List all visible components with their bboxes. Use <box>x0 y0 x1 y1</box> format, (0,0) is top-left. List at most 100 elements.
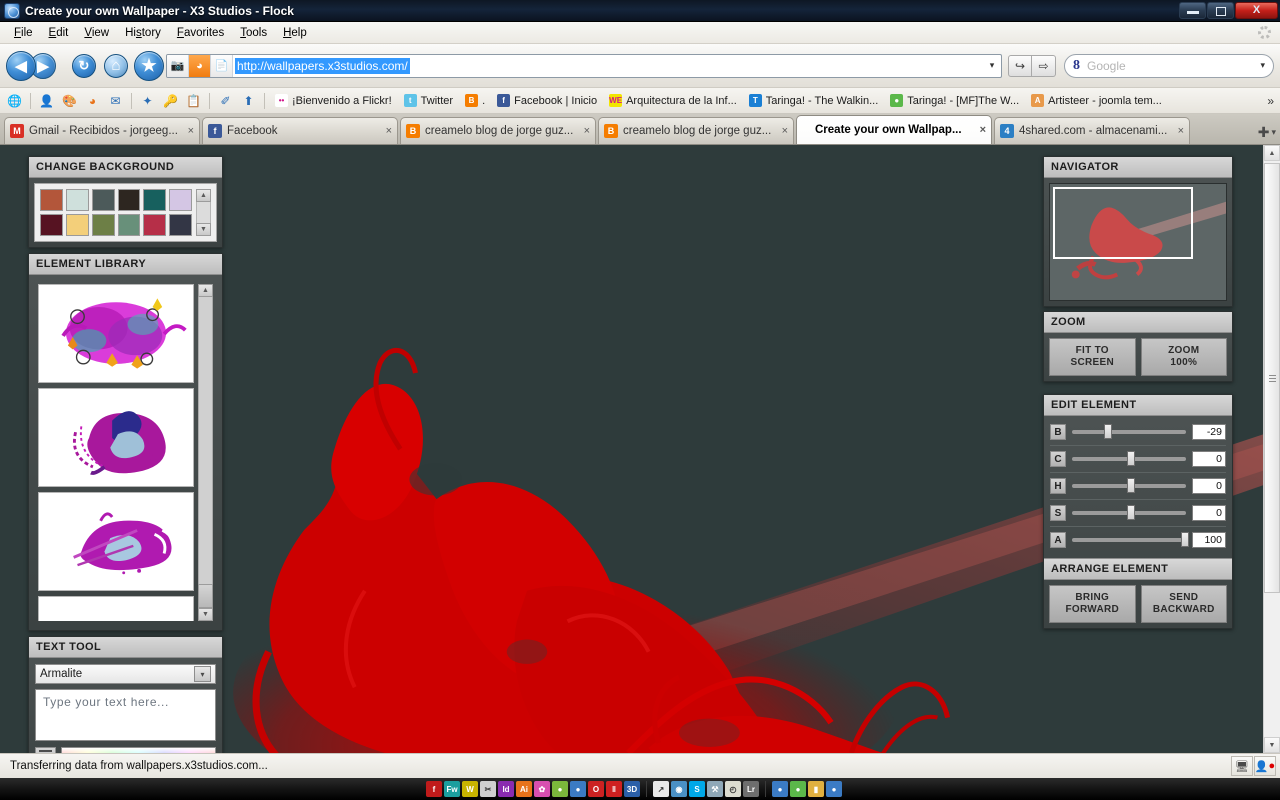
close-button[interactable]: X <box>1235 2 1278 19</box>
folder-icon[interactable]: ▮ <box>808 781 824 797</box>
restore-button[interactable] <box>1207 2 1234 19</box>
screen-icon[interactable]: 🖥 <box>1231 756 1253 776</box>
zoom-100-button[interactable]: ZOOM 100% <box>1141 338 1228 376</box>
list-item[interactable] <box>38 492 194 591</box>
element-library-scrollbar[interactable]: ▲ ▼ <box>198 284 213 621</box>
broom-icon[interactable]: ✂ <box>480 781 496 797</box>
library-scroll-thumb[interactable] <box>198 584 213 608</box>
tab-1[interactable]: fFacebook× <box>202 117 398 144</box>
3d-icon[interactable]: 3D <box>624 781 640 797</box>
tab-close-icon[interactable]: × <box>782 125 788 137</box>
list-item[interactable] <box>38 284 194 383</box>
globe2-icon[interactable]: ● <box>570 781 586 797</box>
bookmarks-overflow-icon[interactable]: » <box>1267 94 1280 108</box>
background-swatch-9[interactable] <box>118 214 141 236</box>
slider-track-B[interactable] <box>1072 424 1186 440</box>
navigator-thumbnail[interactable] <box>1049 183 1227 301</box>
slider-knob-B[interactable] <box>1104 424 1112 439</box>
background-swatch-10[interactable] <box>143 214 166 236</box>
reload-button[interactable]: ↻ <box>72 54 96 78</box>
bookmark-item[interactable]: AArtisteer - joomla tem... <box>1025 93 1168 108</box>
tab-4[interactable]: Create your own Wallpap...× <box>796 115 992 144</box>
scroll-up-icon[interactable]: ▲ <box>1264 145 1280 161</box>
fireworks-icon[interactable]: Fw <box>444 781 460 797</box>
slider-track-A[interactable] <box>1072 532 1186 548</box>
new-tab-button[interactable]: ✚ <box>1258 124 1270 141</box>
bookmark-item[interactable]: tTwitter <box>398 93 459 108</box>
runner-icon[interactable]: ↗ <box>653 781 669 797</box>
menu-favorites[interactable]: Favorites <box>169 25 232 41</box>
tool-icon[interactable]: ⚒ <box>707 781 723 797</box>
list-item[interactable] <box>38 388 194 487</box>
background-swatch-11[interactable] <box>169 214 192 236</box>
slider-value-A[interactable]: 100 <box>1192 532 1226 548</box>
background-swatch-7[interactable] <box>66 214 89 236</box>
disc-icon[interactable]: ◉ <box>671 781 687 797</box>
person-icon[interactable]: 👤 <box>37 92 56 110</box>
indesign-icon[interactable]: Id <box>498 781 514 797</box>
flash-icon[interactable]: f <box>426 781 442 797</box>
library-scroll-up-icon[interactable]: ▲ <box>198 284 213 297</box>
navigator-viewport-rect[interactable] <box>1053 187 1193 259</box>
dreamweaver-icon[interactable]: W <box>462 781 478 797</box>
slider-knob-H[interactable] <box>1127 478 1135 493</box>
scrollbar-thumb[interactable] <box>1264 163 1280 593</box>
library-scroll-down-icon[interactable]: ▼ <box>198 608 213 621</box>
font-select[interactable]: Armalite ▾ <box>35 664 216 684</box>
slider-track-H[interactable] <box>1072 478 1186 494</box>
address-bar[interactable]: 📷 ◕ 📄 http://wallpapers.x3studios.com/ ▾ <box>166 54 1002 78</box>
bookmark-item[interactable]: ●Taringa! - [MF]The W... <box>884 93 1025 108</box>
background-swatch-1[interactable] <box>66 189 89 211</box>
background-swatch-3[interactable] <box>118 189 141 211</box>
favorites-star-button[interactable]: ★ <box>134 51 164 81</box>
tab-close-icon[interactable]: × <box>386 125 392 137</box>
feeds-icon[interactable]: ◕ <box>83 92 102 110</box>
browser-icon[interactable]: ● <box>826 781 842 797</box>
mail-icon[interactable]: ✉ <box>106 92 125 110</box>
scrollbar-track[interactable] <box>1264 593 1280 737</box>
settings-gear-icon[interactable] <box>1258 26 1272 40</box>
photos-icon[interactable]: 🎨 <box>60 92 79 110</box>
people-icon[interactable]: ● <box>790 781 806 797</box>
globe-icon[interactable]: 🌐 <box>5 92 24 110</box>
slider-value-C[interactable]: 0 <box>1192 451 1226 467</box>
bookmark-item[interactable]: TTaringa! - The Walkin... <box>743 93 885 108</box>
url-input[interactable]: http://wallpapers.x3studios.com/ <box>235 58 410 74</box>
slider-knob-S[interactable] <box>1127 505 1135 520</box>
minimize-button[interactable] <box>1179 2 1206 19</box>
tab-2[interactable]: Bcreamelo blog de jorge guz...× <box>400 117 596 144</box>
menu-view[interactable]: View <box>76 25 117 41</box>
key-icon[interactable]: 🔑 <box>161 92 180 110</box>
go-button[interactable]: ⇨ <box>1032 55 1056 77</box>
background-swatch-0[interactable] <box>40 189 63 211</box>
background-swatch-8[interactable] <box>92 214 115 236</box>
slider-value-H[interactable]: 0 <box>1192 478 1226 494</box>
search-dropdown-icon[interactable]: ▾ <box>1260 60 1265 71</box>
clipboard-icon[interactable]: 📋 <box>184 92 203 110</box>
url-dropdown-icon[interactable]: ▾ <box>983 55 1001 77</box>
slider-track-C[interactable] <box>1072 451 1186 467</box>
url-text-wrap[interactable]: http://wallpapers.x3studios.com/ <box>233 55 983 77</box>
clock-icon[interactable]: ◴ <box>725 781 741 797</box>
slider-knob-C[interactable] <box>1127 451 1135 466</box>
slider-value-S[interactable]: 0 <box>1192 505 1226 521</box>
send-backward-button[interactable]: SEND BACKWARD <box>1141 585 1228 623</box>
page-scrollbar[interactable]: ▲ ▼ <box>1263 145 1280 753</box>
media-icon[interactable]: ‖ <box>606 781 622 797</box>
camera-icon[interactable]: 📷 <box>167 55 189 77</box>
menu-tools[interactable]: Tools <box>232 25 275 41</box>
tab-0[interactable]: MGmail - Recibidos - jorgeeg...× <box>4 117 200 144</box>
feed-go-button[interactable]: ↪ <box>1008 55 1032 77</box>
tab-close-icon[interactable]: × <box>1178 125 1184 137</box>
search-box[interactable]: 8 Google ▾ <box>1064 54 1274 78</box>
background-swatch-4[interactable] <box>143 189 166 211</box>
rss-icon[interactable]: ◕ <box>189 55 211 77</box>
tab-close-icon[interactable]: × <box>584 125 590 137</box>
slider-track-S[interactable] <box>1072 505 1186 521</box>
bookmark-item[interactable]: WEArquitectura de la Inf... <box>603 93 743 108</box>
bookmark-item[interactable]: B. <box>459 93 491 108</box>
tab-3[interactable]: Bcreamelo blog de jorge guz...× <box>598 117 794 144</box>
swatch-scroll-up-icon[interactable]: ▲ <box>196 189 211 202</box>
background-swatch-5[interactable] <box>169 189 192 211</box>
menu-file[interactable]: File <box>6 25 41 41</box>
